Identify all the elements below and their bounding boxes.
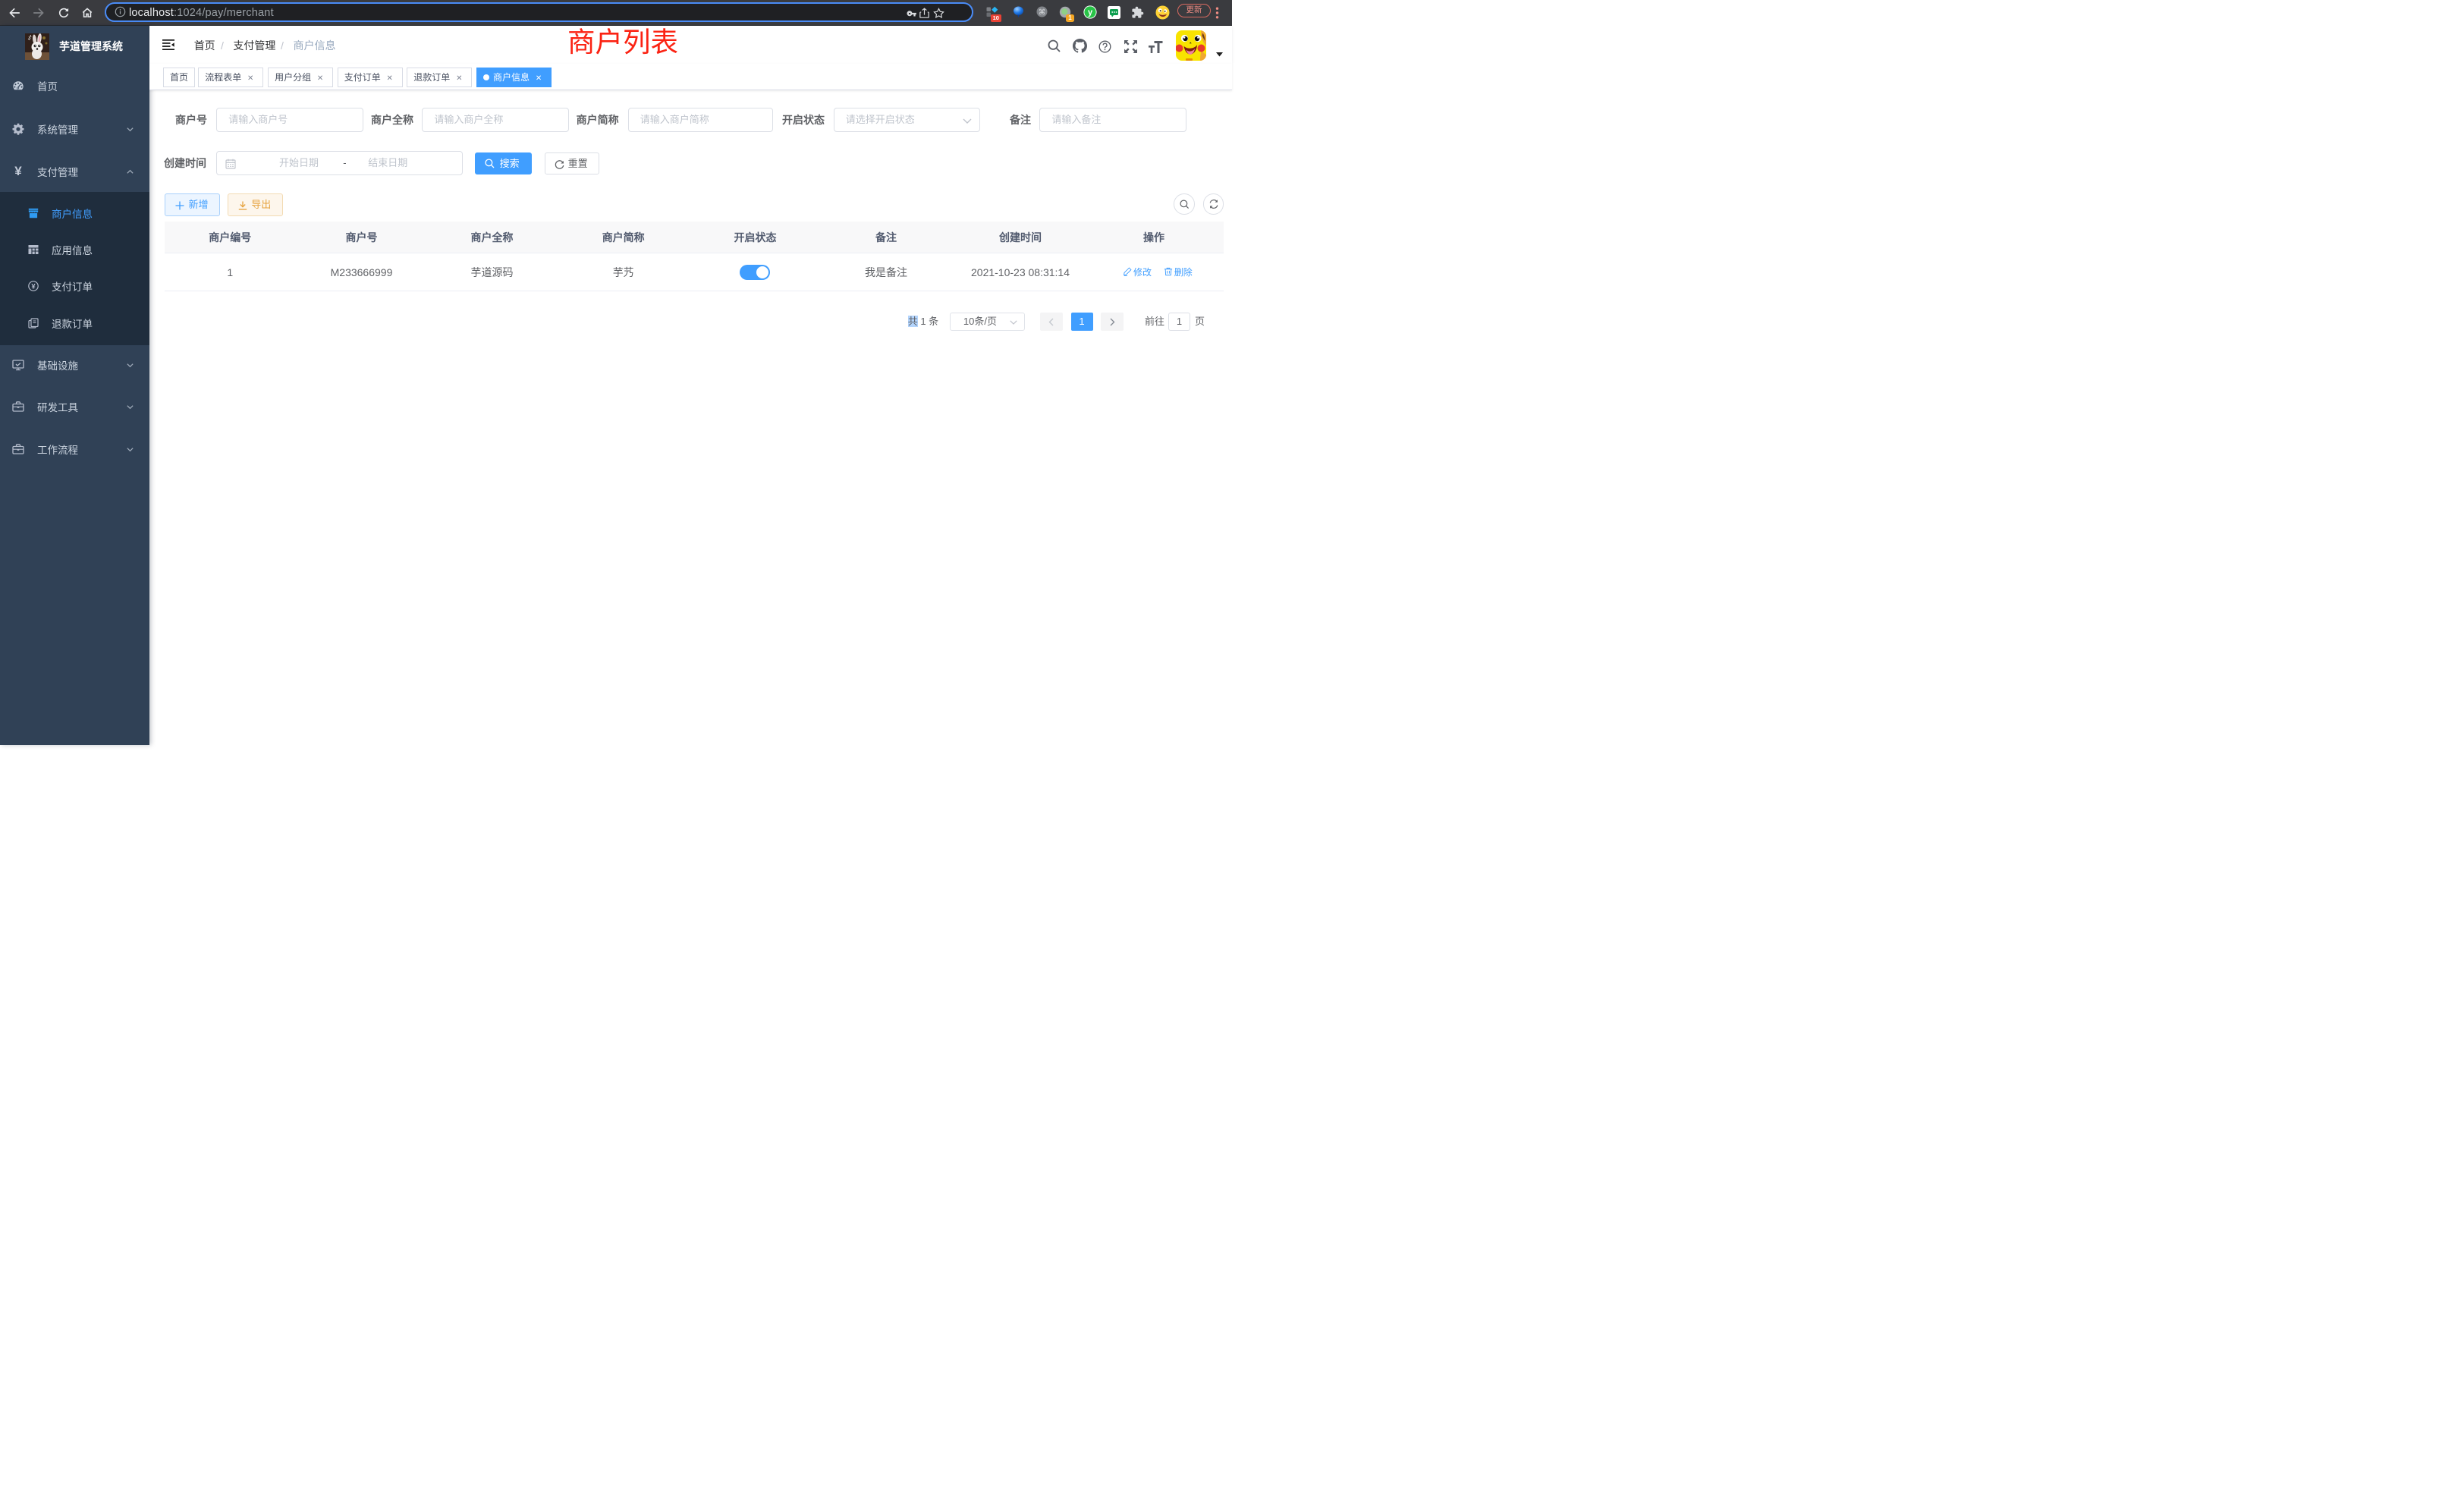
svg-text:¥: ¥ — [31, 282, 36, 291]
svg-text:y: y — [1088, 8, 1093, 17]
svg-text:⌘: ⌘ — [1039, 8, 1046, 17]
